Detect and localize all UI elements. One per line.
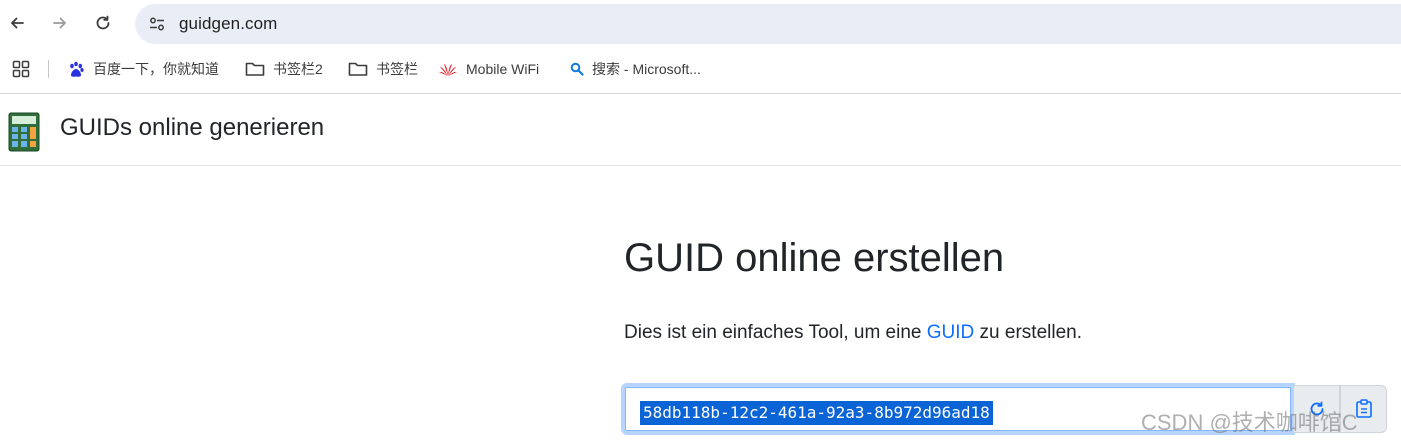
bookmark-microsoft-search[interactable]: 搜索 - Microsoft... bbox=[570, 58, 701, 80]
bookmark-folder-2[interactable]: 书签栏2 bbox=[245, 58, 323, 80]
baidu-paw-icon bbox=[70, 61, 84, 77]
folder-icon bbox=[348, 62, 368, 76]
bookmarks-bar: 百度一下，你就知道 书签栏2 书签栏 Mobile WiFi 搜索 - Micr… bbox=[0, 52, 1401, 86]
tune-icon bbox=[150, 17, 164, 31]
huawei-icon bbox=[439, 64, 457, 76]
bookmark-mobile-wifi[interactable]: Mobile WiFi bbox=[438, 58, 539, 80]
bookmark-baidu[interactable]: 百度一下，你就知道 bbox=[68, 58, 219, 80]
browser-toolbar: guidgen.com 百度一下，你就知道 书签栏2 书签栏 Mobile Wi… bbox=[0, 0, 1401, 94]
bookmark-label: Mobile WiFi bbox=[466, 61, 540, 77]
bookmark-separator bbox=[48, 60, 49, 78]
description-text-end: zu erstellen. bbox=[974, 322, 1082, 343]
bookmark-label: 搜索 - Microsoft... bbox=[592, 61, 701, 77]
forward-button[interactable] bbox=[45, 8, 75, 38]
bookmark-folder[interactable]: 书签栏 bbox=[348, 58, 418, 80]
guid-link[interactable]: GUID bbox=[927, 322, 975, 343]
address-bar[interactable]: guidgen.com bbox=[135, 4, 1401, 44]
folder-icon bbox=[245, 62, 265, 76]
calculator-icon bbox=[8, 112, 40, 157]
url-text[interactable]: guidgen.com bbox=[179, 14, 277, 34]
reload-button[interactable] bbox=[88, 8, 118, 38]
reload-icon bbox=[96, 15, 110, 30]
bookmark-label: 百度一下，你就知道 bbox=[93, 61, 219, 77]
apps-grid-icon bbox=[12, 60, 30, 78]
arrow-left-icon bbox=[11, 17, 24, 29]
bookmark-label: 书签栏 bbox=[376, 61, 418, 77]
site-title[interactable]: GUIDs online generieren bbox=[60, 114, 324, 142]
bookmark-label: 书签栏2 bbox=[273, 61, 323, 77]
page-heading: GUID online erstellen bbox=[624, 236, 1005, 280]
site-info-button[interactable] bbox=[143, 10, 171, 38]
arrow-right-icon bbox=[53, 17, 66, 29]
site-header: GUIDs online generieren bbox=[0, 94, 1401, 166]
apps-button[interactable] bbox=[12, 58, 38, 80]
csdn-watermark: CSDN @技术咖啡馆C bbox=[1141, 410, 1358, 435]
bing-search-icon bbox=[570, 62, 584, 76]
description-text: Dies ist ein einfaches Tool, um eine bbox=[624, 322, 927, 343]
guid-value-selected[interactable]: 58db118b-12c2-461a-92a3-8b972d96ad18 bbox=[640, 401, 993, 425]
back-button[interactable] bbox=[2, 8, 32, 38]
page-description: Dies ist ein einfaches Tool, um eine GUI… bbox=[624, 322, 1082, 344]
